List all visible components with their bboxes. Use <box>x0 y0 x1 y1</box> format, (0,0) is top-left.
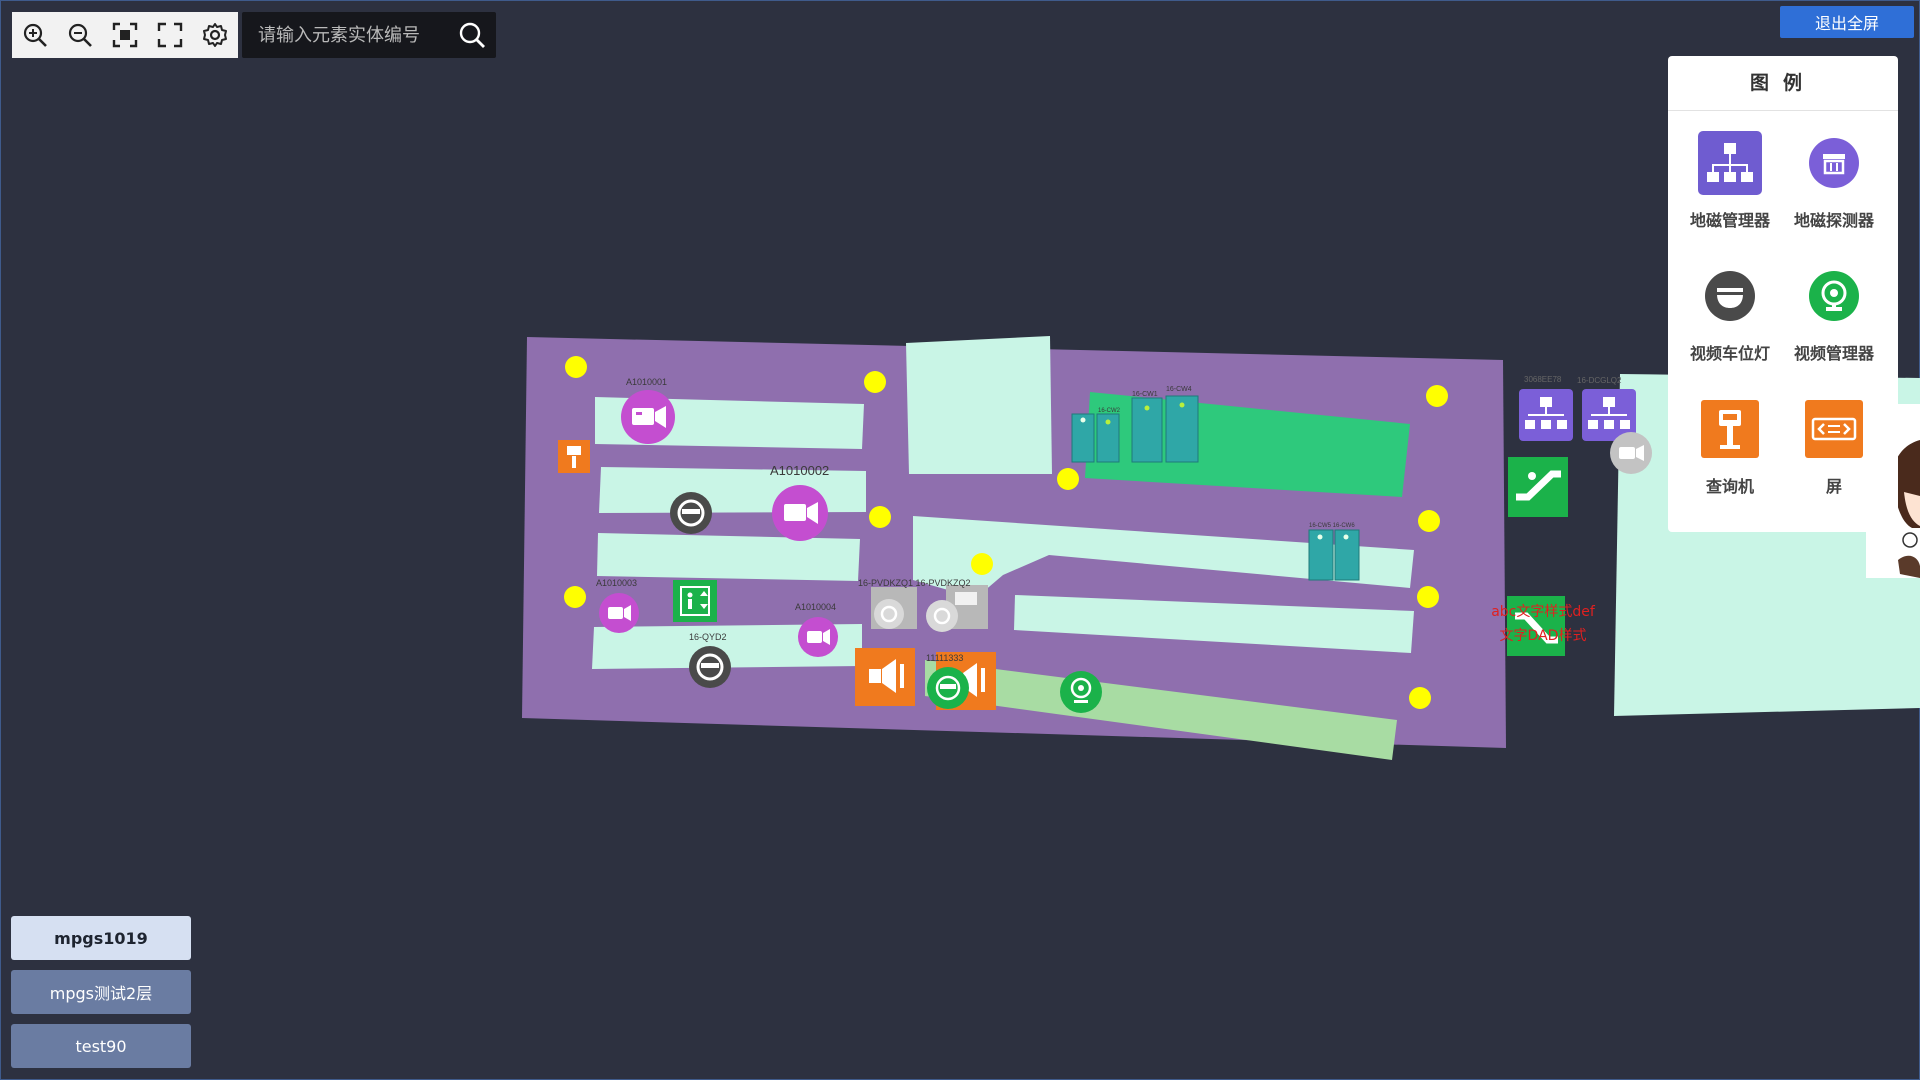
legend-label: 屏 <box>1825 477 1842 496</box>
map-label: A1010002 <box>770 463 829 478</box>
legend-panel: 图例 地磁管理器 地磁探测器 视频车位灯 视频管理器 查询机 屏 <box>1668 56 1898 532</box>
search-input[interactable] <box>242 12 448 58</box>
search-icon <box>459 22 485 48</box>
aisle <box>906 336 1052 474</box>
legend-label: 地磁管理器 <box>1689 211 1770 230</box>
map-label: A1010004 <box>795 602 836 612</box>
map-label: 16-CW2 <box>1098 408 1121 414</box>
floor-button-mpgs1019[interactable]: mpgs1019 <box>11 916 191 960</box>
webcam-icon[interactable] <box>1060 671 1102 713</box>
map-label: A1010003 <box>596 578 637 588</box>
map-label: 16-CW4 <box>1166 386 1192 393</box>
escalator-icon[interactable] <box>1508 457 1568 517</box>
legend-label: 地磁探测器 <box>1793 211 1874 230</box>
search-button[interactable] <box>448 12 496 58</box>
map-label: 16-CW1 <box>1132 391 1158 398</box>
map-label: 16-DCGLQ2 <box>1577 376 1622 385</box>
legend-title: 图例 <box>1668 56 1898 111</box>
legend-item-screen: 屏 <box>1782 397 1886 530</box>
search-bar <box>242 12 496 58</box>
camera-icon[interactable] <box>772 485 828 541</box>
parking-map[interactable]: A1010001 A1010003 A1010004 16-QYD2 16-PV… <box>0 0 1920 1080</box>
map-label: 16-PVDKZQ1 16-PVDKZQ2 <box>858 578 971 588</box>
webcam-icon <box>1802 264 1866 328</box>
map-label: A1010001 <box>626 377 667 387</box>
zoom-in-icon <box>23 23 47 47</box>
dome-light-icon[interactable] <box>689 646 731 688</box>
camera-grey-icon[interactable] <box>1610 432 1652 474</box>
map-label: 11111333 <box>926 653 963 663</box>
camera-icon[interactable] <box>798 617 838 657</box>
network-hub-icon[interactable] <box>1519 389 1573 441</box>
screen-icon <box>1802 397 1866 461</box>
map-label: 3068EE78 <box>1524 375 1562 384</box>
kiosk-icon <box>1698 397 1762 461</box>
kiosk-icon[interactable] <box>558 440 590 473</box>
detector-icon <box>1802 131 1866 195</box>
speaker-icon[interactable] <box>855 648 915 706</box>
legend-item-query-kiosk: 查询机 <box>1678 397 1782 530</box>
legend-label: 查询机 <box>1705 477 1754 496</box>
legend-label: 视频管理器 <box>1793 344 1874 363</box>
exit-fullscreen-button[interactable]: 退出全屏 <box>1780 6 1914 38</box>
legend-item-geomagnetic-manager: 地磁管理器 <box>1678 131 1782 264</box>
fullscreen-icon <box>157 22 182 48</box>
legend-item-video-manager: 视频管理器 <box>1782 264 1886 397</box>
camera-icon[interactable] <box>621 390 675 444</box>
video-parking-light-icon[interactable] <box>871 587 917 629</box>
camera-icon[interactable] <box>599 593 639 633</box>
zoom-in-button[interactable] <box>12 12 57 58</box>
map-toolbar <box>12 12 238 58</box>
map-label: 16-CW5 16-CW6 <box>1309 523 1355 529</box>
styled-text-line: abc文字样式def <box>1491 604 1595 620</box>
dome-light-icon <box>1698 264 1762 328</box>
fullscreen-button[interactable] <box>147 12 192 58</box>
legend-item-geomagnetic-detector: 地磁探测器 <box>1782 131 1886 264</box>
settings-button[interactable] <box>192 12 237 58</box>
video-light-green-icon[interactable] <box>927 667 969 709</box>
styled-text-annotation: abc文字样式def 文字DAD样式 <box>1488 600 1598 648</box>
styled-text-line: 文字DAD样式 <box>1499 628 1587 644</box>
fit-screen-button[interactable] <box>102 12 147 58</box>
map-label: 16-QYD2 <box>689 632 727 642</box>
zoom-out-button[interactable] <box>57 12 102 58</box>
dome-light-icon[interactable] <box>670 492 712 534</box>
legend-item-video-parking-light: 视频车位灯 <box>1678 264 1782 397</box>
aisle <box>597 533 860 581</box>
gear-icon <box>202 23 227 47</box>
zoom-out-icon <box>68 23 92 47</box>
floor-button-test90[interactable]: test90 <box>11 1024 191 1068</box>
legend-label: 视频车位灯 <box>1689 344 1770 363</box>
floor-button-mpgs-test-2[interactable]: mpgs测试2层 <box>11 970 191 1014</box>
network-hub-icon <box>1698 131 1762 195</box>
fit-screen-icon <box>112 22 137 48</box>
elevator-icon[interactable] <box>673 580 717 622</box>
